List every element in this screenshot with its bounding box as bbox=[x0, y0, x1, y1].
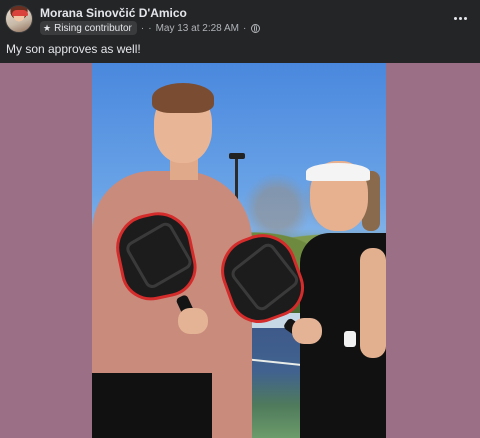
son-hair bbox=[152, 83, 214, 113]
meta-separator-3: · bbox=[242, 22, 247, 34]
author-avatar[interactable] bbox=[5, 5, 33, 33]
meta-separator: · bbox=[140, 22, 145, 34]
post-timestamp[interactable]: May 13 at 2:28 AM bbox=[156, 23, 239, 34]
author-name[interactable]: Morana Sinovčić D'Amico bbox=[40, 6, 187, 20]
mother-visor bbox=[306, 163, 370, 181]
globe-icon[interactable] bbox=[251, 23, 261, 33]
meta-separator-2: · bbox=[148, 22, 152, 34]
more-options-button[interactable] bbox=[450, 10, 470, 26]
badge-label: Rising contributor bbox=[54, 22, 132, 34]
more-dot bbox=[458, 16, 462, 20]
post-header: Morana Sinovčić D'Amico ★ Rising contrib… bbox=[0, 0, 480, 40]
light-fixture bbox=[229, 153, 245, 159]
more-dot bbox=[463, 16, 467, 20]
mother-hand bbox=[292, 318, 322, 344]
more-horizontal-icon bbox=[453, 16, 457, 20]
post-photo[interactable] bbox=[92, 63, 386, 438]
rising-contributor-badge[interactable]: ★ Rising contributor bbox=[40, 21, 137, 35]
son-hand bbox=[178, 308, 208, 334]
post-meta: ★ Rising contributor · · May 13 at 2:28 … bbox=[40, 20, 261, 36]
post-media[interactable] bbox=[0, 63, 480, 438]
post-message: My son approves as well! bbox=[6, 42, 141, 56]
mother-arm bbox=[360, 248, 386, 358]
son-shorts bbox=[92, 373, 212, 438]
smartwatch bbox=[344, 331, 356, 347]
star-icon: ★ bbox=[43, 22, 52, 33]
